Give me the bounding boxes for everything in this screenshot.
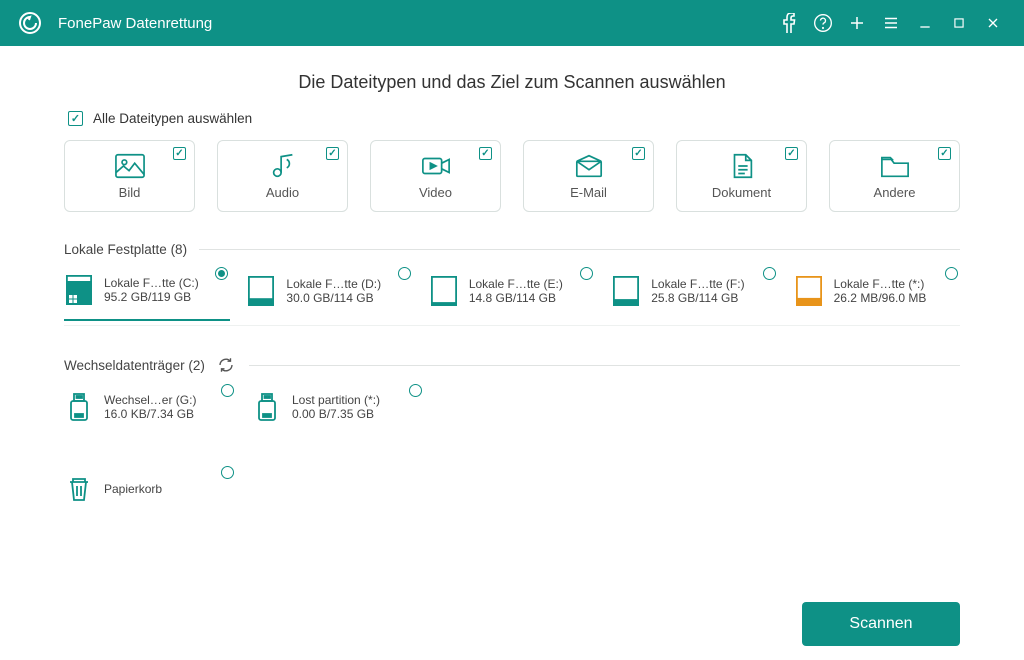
divider — [249, 365, 960, 366]
radio-icon — [398, 267, 411, 280]
checkbox-icon — [173, 147, 186, 160]
type-card-document[interactable]: Dokument — [676, 140, 807, 212]
type-label: Video — [419, 185, 452, 200]
scan-button[interactable]: Scannen — [802, 602, 960, 646]
add-button[interactable] — [840, 0, 874, 46]
section-removable-drives: Wechseldatenträger (2) Wechsel…er (G:) 1… — [64, 356, 960, 436]
type-label: Bild — [119, 185, 141, 200]
drive-name: Lost partition (*:) — [292, 393, 380, 407]
help-button[interactable] — [806, 0, 840, 46]
local-drive-row: Lokale F…tte (C:) 95.2 GB/119 GB Lokale … — [64, 267, 960, 326]
image-icon — [115, 153, 145, 179]
email-icon — [574, 153, 604, 179]
checkbox-icon — [479, 147, 492, 160]
removable-drive-row: Wechsel…er (G:) 16.0 KB/7.34 GB Lost par… — [64, 384, 960, 436]
drive-size: 95.2 GB/119 GB — [104, 290, 199, 304]
drive-size: 26.2 MB/96.0 MB — [834, 291, 927, 305]
drive-card-local[interactable]: Lokale F…tte (F:) 25.8 GB/114 GB — [611, 267, 777, 321]
checkbox-icon — [785, 147, 798, 160]
disk-icon — [429, 276, 459, 306]
facebook-button[interactable] — [772, 0, 806, 46]
maximize-button[interactable] — [942, 0, 976, 46]
type-card-audio[interactable]: Audio — [217, 140, 348, 212]
type-card-email[interactable]: E-Mail — [523, 140, 654, 212]
folder-icon — [880, 153, 910, 179]
drive-card-removable[interactable]: Wechsel…er (G:) 16.0 KB/7.34 GB — [64, 384, 236, 436]
drive-card-local[interactable]: Lokale F…tte (*:) 26.2 MB/96.0 MB — [794, 267, 960, 321]
drive-size: 16.0 KB/7.34 GB — [104, 407, 196, 421]
type-label: Audio — [266, 185, 299, 200]
close-button[interactable] — [976, 0, 1010, 46]
drive-name: Lokale F…tte (*:) — [834, 277, 927, 291]
drive-name: Lokale F…tte (C:) — [104, 276, 199, 290]
drive-name: Lokale F…tte (D:) — [286, 277, 381, 291]
file-type-row: Bild Audio Video E-Mail Dokument Andere — [64, 140, 960, 212]
checkbox-icon — [632, 147, 645, 160]
drive-size: 14.8 GB/114 GB — [469, 291, 563, 305]
titlebar: FonePaw Datenrettung — [0, 0, 1024, 46]
select-all-label: Alle Dateitypen auswählen — [93, 111, 252, 126]
drive-card-removable[interactable]: Lost partition (*:) 0.00 B/7.35 GB — [252, 384, 424, 436]
drive-card-local[interactable]: Lokale F…tte (D:) 30.0 GB/114 GB — [246, 267, 412, 321]
usb-icon — [64, 392, 94, 422]
type-card-video[interactable]: Video — [370, 140, 501, 212]
drive-card-local[interactable]: Lokale F…tte (C:) 95.2 GB/119 GB — [64, 267, 230, 321]
disk-icon — [246, 276, 276, 306]
radio-icon — [763, 267, 776, 280]
checkbox-icon — [68, 111, 83, 126]
drive-name: Papierkorb — [104, 482, 162, 496]
divider — [199, 249, 960, 250]
radio-icon — [409, 384, 422, 397]
app-logo-icon — [18, 11, 42, 35]
drive-name: Lokale F…tte (E:) — [469, 277, 563, 291]
usb-icon — [252, 392, 282, 422]
radio-icon — [945, 267, 958, 280]
drive-size: 0.00 B/7.35 GB — [292, 407, 380, 421]
audio-icon — [268, 153, 298, 179]
section-label: Wechseldatenträger (2) — [64, 358, 205, 373]
checkbox-icon — [938, 147, 951, 160]
select-all-checkbox[interactable]: Alle Dateitypen auswählen — [68, 111, 960, 126]
type-label: Dokument — [712, 185, 771, 200]
type-label: Andere — [874, 185, 916, 200]
drive-card-local[interactable]: Lokale F…tte (E:) 14.8 GB/114 GB — [429, 267, 595, 321]
section-recycle: Papierkorb — [64, 466, 960, 518]
section-local-drives: Lokale Festplatte (8) Lokale F…tte (C:) … — [64, 242, 960, 326]
refresh-button[interactable] — [217, 356, 237, 374]
disk-icon — [794, 276, 824, 306]
drive-card-recycle[interactable]: Papierkorb — [64, 466, 236, 518]
disk-icon — [611, 276, 641, 306]
video-icon — [421, 153, 451, 179]
checkbox-icon — [326, 147, 339, 160]
type-card-other[interactable]: Andere — [829, 140, 960, 212]
page-title: Die Dateitypen und das Ziel zum Scannen … — [64, 72, 960, 93]
trash-icon — [64, 474, 94, 504]
radio-icon — [215, 267, 228, 280]
radio-icon — [580, 267, 593, 280]
drive-size: 30.0 GB/114 GB — [286, 291, 381, 305]
drive-name: Wechsel…er (G:) — [104, 393, 196, 407]
radio-icon — [221, 466, 234, 479]
drive-size: 25.8 GB/114 GB — [651, 291, 744, 305]
document-icon — [727, 153, 757, 179]
menu-button[interactable] — [874, 0, 908, 46]
app-title: FonePaw Datenrettung — [58, 15, 212, 32]
drive-name: Lokale F…tte (F:) — [651, 277, 744, 291]
type-label: E-Mail — [570, 185, 607, 200]
disk-icon — [64, 275, 94, 305]
type-card-image[interactable]: Bild — [64, 140, 195, 212]
section-label: Lokale Festplatte (8) — [64, 242, 187, 257]
minimize-button[interactable] — [908, 0, 942, 46]
radio-icon — [221, 384, 234, 397]
